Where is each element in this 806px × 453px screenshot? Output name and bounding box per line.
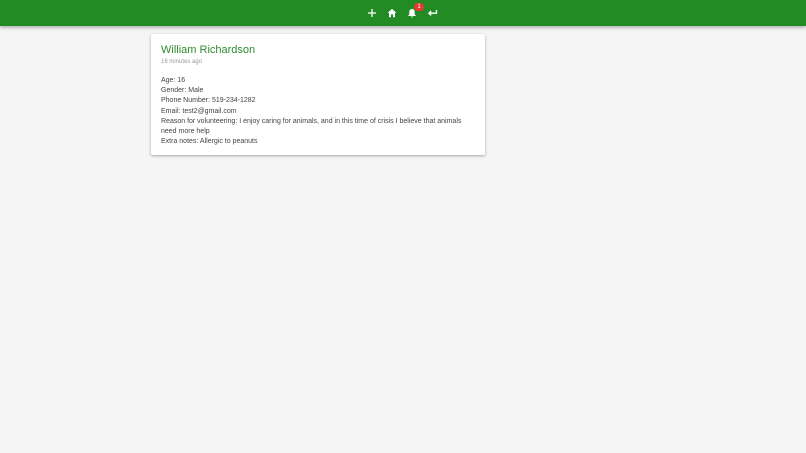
- email-line: Email: test2@gmail.com: [161, 107, 237, 115]
- add-button[interactable]: [362, 0, 382, 26]
- phone-line: Phone Number: 519-234-1282: [161, 97, 256, 105]
- notifications-button[interactable]: 1: [402, 0, 424, 26]
- home-button[interactable]: [382, 0, 402, 26]
- posted-time: 16 minutes ago: [161, 59, 203, 65]
- age-line: Age: 16: [161, 77, 186, 84]
- return-arrow-icon: [427, 10, 437, 16]
- back-button[interactable]: [422, 0, 442, 26]
- gender-line: Gender: Male: [161, 87, 204, 95]
- top-app-bar: 1: [0, 0, 806, 26]
- notes-line: Extra notes: Allergic to peanuts: [161, 138, 258, 146]
- plus-icon: [368, 9, 376, 17]
- home-icon: [387, 8, 397, 18]
- volunteer-card: William Richardson 16 minutes ago Age: 1…: [151, 34, 485, 155]
- reason-line: Reason for volunteering: I enjoy caring …: [161, 117, 462, 136]
- volunteer-details: Age: 16 Gender: Male Phone Number: 519-2…: [161, 76, 475, 147]
- volunteer-name: William Richardson: [161, 44, 256, 56]
- nav-actions: 1: [362, 0, 442, 26]
